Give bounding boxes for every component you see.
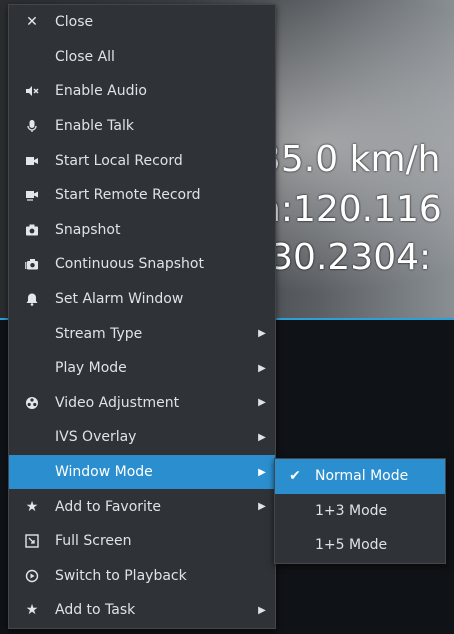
menu-item-enable-audio[interactable]: Enable Audio	[9, 74, 275, 109]
menu-item-window-mode[interactable]: Window Mode ▶	[9, 454, 275, 490]
menu-item-add-to-favorite[interactable]: ★ Add to Favorite ▶	[9, 489, 275, 524]
camera-icon	[9, 213, 55, 248]
menu-item-label: Continuous Snapshot	[55, 256, 204, 273]
menu-item-label: Set Alarm Window	[55, 291, 184, 308]
menu-item-label: Snapshot	[55, 221, 121, 238]
continuous-camera-icon	[9, 247, 55, 282]
menu-item-label: Add to Task	[55, 602, 136, 619]
menu-item-label: Window Mode	[55, 464, 153, 481]
osd-latitude: :30.2304:	[258, 237, 432, 278]
menu-item-label: Full Screen	[55, 533, 132, 550]
window-mode-submenu: ✔ Normal Mode 1+3 Mode 1+5 Mode	[274, 458, 446, 564]
menu-item-label: Switch to Playback	[55, 567, 187, 584]
menu-item-label: Video Adjustment	[55, 394, 180, 411]
menu-item-label: Add to Favorite	[55, 498, 162, 515]
submenu-item-normal-mode[interactable]: ✔ Normal Mode	[275, 459, 445, 494]
submenu-arrow-icon: ▶	[258, 604, 266, 616]
menu-item-switch-to-playback[interactable]: Switch to Playback	[9, 559, 275, 594]
adjustment-icon	[9, 386, 55, 421]
menu-item-continuous-snapshot[interactable]: Continuous Snapshot	[9, 247, 275, 282]
submenu-arrow-icon: ▶	[258, 362, 266, 374]
microphone-icon	[9, 109, 55, 144]
checkmark-icon: ✔	[289, 468, 301, 485]
menu-item-full-screen[interactable]: Full Screen	[9, 524, 275, 559]
osd-speed: 35.0 km/h	[258, 139, 441, 180]
osd-longitude: n:120.116	[258, 189, 442, 230]
menu-item-stream-type[interactable]: Stream Type ▶	[9, 316, 275, 351]
menu-item-snapshot[interactable]: Snapshot	[9, 213, 275, 248]
menu-item-label: Close	[55, 14, 94, 31]
bell-icon	[9, 282, 55, 317]
submenu-arrow-icon: ▶	[258, 431, 266, 443]
menu-item-video-adjustment[interactable]: Video Adjustment ▶	[9, 386, 275, 421]
submenu-arrow-icon: ▶	[258, 397, 266, 409]
menu-item-label: Start Remote Record	[55, 187, 201, 204]
fullscreen-icon	[9, 524, 55, 559]
menu-item-label: Play Mode	[55, 360, 127, 377]
submenu-arrow-icon: ▶	[258, 501, 266, 513]
menu-item-label: Enable Talk	[55, 118, 134, 135]
submenu-item-1-5-mode[interactable]: 1+5 Mode	[275, 528, 445, 563]
playback-icon	[9, 559, 55, 594]
menu-item-start-local-record[interactable]: Start Local Record	[9, 143, 275, 178]
submenu-arrow-icon: ▶	[258, 466, 266, 478]
video-camera-icon	[9, 143, 55, 178]
close-icon: ✕	[26, 14, 38, 31]
speaker-mute-icon	[9, 74, 55, 109]
menu-item-ivs-overlay[interactable]: IVS Overlay ▶	[9, 420, 275, 455]
menu-item-add-to-task[interactable]: ★ Add to Task ▶	[9, 593, 275, 628]
menu-item-label: Enable Audio	[55, 83, 147, 100]
submenu-item-1-3-mode[interactable]: 1+3 Mode	[275, 494, 445, 529]
star-icon: ★	[25, 498, 39, 515]
menu-item-label: Stream Type	[55, 325, 143, 342]
menu-item-close-all[interactable]: Close All	[9, 40, 275, 75]
menu-item-label: Close All	[55, 48, 115, 65]
menu-item-start-remote-record[interactable]: Start Remote Record	[9, 178, 275, 213]
menu-item-set-alarm-window[interactable]: Set Alarm Window	[9, 282, 275, 317]
submenu-arrow-icon: ▶	[258, 328, 266, 340]
menu-item-label: IVS Overlay	[55, 429, 137, 446]
context-menu: ✕ Close Close All Enable Audio Enable Ta…	[8, 4, 276, 629]
menu-item-close[interactable]: ✕ Close	[9, 5, 275, 40]
submenu-item-label: Normal Mode	[315, 468, 409, 485]
submenu-item-label: 1+3 Mode	[315, 502, 388, 519]
remote-record-icon	[9, 178, 55, 213]
submenu-item-label: 1+5 Mode	[315, 537, 388, 554]
star-icon: ★	[25, 602, 39, 619]
menu-item-label: Start Local Record	[55, 152, 183, 169]
menu-item-enable-talk[interactable]: Enable Talk	[9, 109, 275, 144]
menu-item-play-mode[interactable]: Play Mode ▶	[9, 351, 275, 386]
